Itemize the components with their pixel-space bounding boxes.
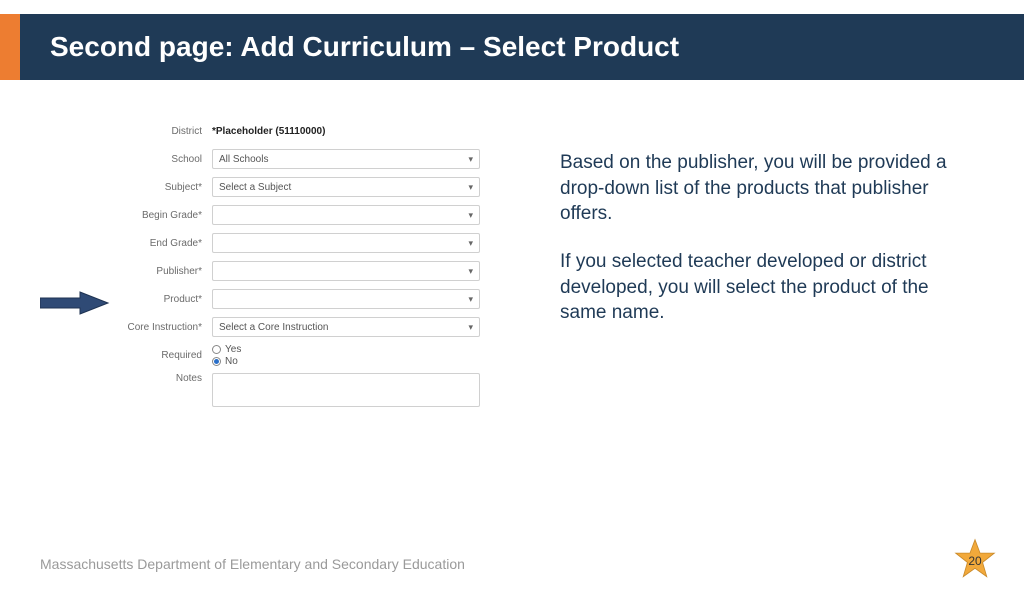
row-district: District *Placeholder (51110000)	[120, 120, 480, 142]
explain-p1: Based on the publisher, you will be prov…	[560, 150, 954, 227]
label-required: Required	[120, 350, 212, 361]
label-publisher: Publisher*	[120, 266, 212, 277]
radio-required: Yes No	[212, 344, 241, 367]
row-core-instruction: Core Instruction* Select a Core Instruct…	[120, 316, 480, 338]
chevron-updown-icon: ▾	[468, 322, 473, 333]
label-end-grade: End Grade*	[120, 238, 212, 249]
accent-bar	[0, 14, 20, 80]
radio-icon	[212, 357, 221, 366]
row-required: Required Yes No	[120, 344, 480, 367]
label-subject: Subject*	[120, 182, 212, 193]
radio-required-yes[interactable]: Yes	[212, 344, 241, 355]
form-screenshot: District *Placeholder (51110000) School …	[40, 120, 480, 419]
radio-yes-label: Yes	[225, 344, 241, 355]
row-notes: Notes	[120, 373, 480, 413]
textarea-notes[interactable]	[212, 373, 480, 407]
explain-p2: If you selected teacher developed or dis…	[560, 249, 954, 326]
page-number-star: 20	[954, 538, 996, 580]
row-publisher: Publisher* ▾	[120, 260, 480, 282]
select-school-value: All Schools	[219, 154, 268, 165]
label-begin-grade: Begin Grade*	[120, 210, 212, 221]
chevron-updown-icon: ▾	[468, 182, 473, 193]
label-district: District	[120, 126, 212, 137]
radio-required-no[interactable]: No	[212, 356, 241, 367]
pointer-arrow-icon	[40, 290, 110, 321]
chevron-updown-icon: ▾	[468, 238, 473, 249]
row-end-grade: End Grade* ▾	[120, 232, 480, 254]
select-begin-grade[interactable]: ▾	[212, 205, 480, 225]
chevron-updown-icon: ▾	[468, 294, 473, 305]
page-number: 20	[954, 538, 996, 580]
row-begin-grade: Begin Grade* ▾	[120, 204, 480, 226]
label-core: Core Instruction*	[120, 322, 212, 333]
label-product: Product*	[120, 294, 212, 305]
select-core-value: Select a Core Instruction	[219, 322, 329, 333]
row-subject: Subject* Select a Subject ▾	[120, 176, 480, 198]
radio-no-label: No	[225, 356, 238, 367]
select-subject[interactable]: Select a Subject ▾	[212, 177, 480, 197]
value-district: *Placeholder (51110000)	[212, 126, 325, 137]
content-area: District *Placeholder (51110000) School …	[0, 80, 1024, 419]
select-school[interactable]: All Schools ▾	[212, 149, 480, 169]
select-end-grade[interactable]: ▾	[212, 233, 480, 253]
select-publisher[interactable]: ▾	[212, 261, 480, 281]
select-subject-value: Select a Subject	[219, 182, 291, 193]
chevron-updown-icon: ▾	[468, 210, 473, 221]
label-school: School	[120, 154, 212, 165]
chevron-updown-icon: ▾	[468, 266, 473, 277]
row-product: Product* ▾	[120, 288, 480, 310]
footer-org: Massachusetts Department of Elementary a…	[40, 556, 465, 572]
row-school: School All Schools ▾	[120, 148, 480, 170]
label-notes: Notes	[120, 373, 212, 384]
explanation-text: Based on the publisher, you will be prov…	[480, 120, 984, 419]
slide-header: Second page: Add Curriculum – Select Pro…	[0, 14, 1024, 80]
select-product[interactable]: ▾	[212, 289, 480, 309]
select-core[interactable]: Select a Core Instruction ▾	[212, 317, 480, 337]
radio-icon	[212, 345, 221, 354]
chevron-updown-icon: ▾	[468, 154, 473, 165]
slide-title: Second page: Add Curriculum – Select Pro…	[20, 14, 1024, 80]
